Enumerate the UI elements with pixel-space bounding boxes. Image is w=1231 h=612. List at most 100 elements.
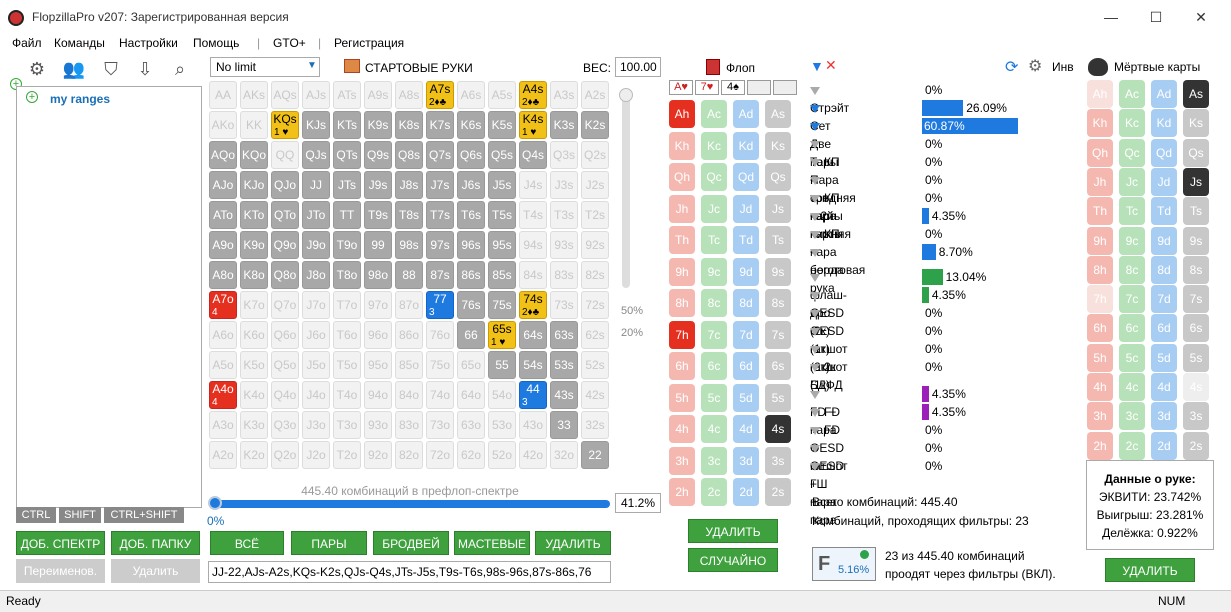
- stat-label[interactable]: FD + гатшот: [810, 421, 848, 473]
- dead-card-ad[interactable]: Ad: [1151, 80, 1177, 108]
- hand-cell-53s[interactable]: 53s: [550, 351, 578, 379]
- hand-cell-k6o[interactable]: K6o: [240, 321, 268, 349]
- hand-cell-aa[interactable]: AA: [209, 81, 237, 109]
- flop-card-jh[interactable]: Jh: [669, 194, 695, 223]
- hand-cell-t8o[interactable]: T8o: [333, 261, 361, 289]
- dead-card-8c[interactable]: 8c: [1119, 255, 1145, 284]
- flop-slot-3[interactable]: 4♠: [721, 80, 745, 95]
- hand-cell-93o[interactable]: 93o: [364, 411, 392, 439]
- funnel-icon[interactable]: [810, 176, 820, 185]
- hand-cell-a9o[interactable]: A9o: [209, 231, 237, 259]
- hand-cell-k4s[interactable]: K4s 1 ♥: [519, 111, 547, 139]
- dead-card-7d[interactable]: 7d: [1151, 285, 1177, 314]
- dead-card-td[interactable]: Td: [1151, 197, 1177, 226]
- hand-cell-44[interactable]: 44 3: [519, 381, 547, 409]
- broadway-button[interactable]: БРОДВЕЙ: [373, 531, 449, 555]
- hand-cell-k7s[interactable]: K7s: [426, 111, 454, 139]
- dead-card-ac[interactable]: Ac: [1119, 80, 1145, 108]
- stat-label[interactable]: КП < борда: [810, 225, 844, 277]
- hand-cell-aks[interactable]: AKs: [240, 81, 268, 109]
- dead-card-9d[interactable]: 9d: [1151, 226, 1177, 255]
- add-spectrum-button[interactable]: ДОБ. СПЕКТР: [16, 531, 105, 555]
- hand-cell-62o[interactable]: 62o: [457, 441, 485, 469]
- hand-cell-86s[interactable]: 86s: [457, 261, 485, 289]
- hand-cell-73s[interactable]: 73s: [550, 291, 578, 319]
- hand-cell-22[interactable]: 22: [581, 441, 609, 469]
- hand-cell-98s[interactable]: 98s: [395, 231, 423, 259]
- dead-card-7h[interactable]: 7h: [1087, 285, 1113, 314]
- hand-cell-k3o[interactable]: K3o: [240, 411, 268, 439]
- flop-random-button[interactable]: СЛУЧАЙНО: [688, 548, 778, 572]
- flop-card-7h[interactable]: 7h: [669, 320, 695, 349]
- hand-cell-72s[interactable]: 72s: [581, 291, 609, 319]
- tree-item-my-ranges[interactable]: my ranges: [50, 92, 110, 106]
- hand-cell-k6s[interactable]: K6s: [457, 111, 485, 139]
- funnel-icon[interactable]: [810, 194, 820, 203]
- hand-cell-a8o[interactable]: A8o: [209, 261, 237, 289]
- flop-card-qs[interactable]: Qs: [765, 163, 791, 191]
- hand-cell-j7s[interactable]: J7s: [426, 171, 454, 199]
- hand-cell-t2o[interactable]: T2o: [333, 441, 361, 469]
- dead-card-qc[interactable]: Qc: [1119, 138, 1145, 167]
- suited-button[interactable]: МАСТЕВЫЕ: [454, 531, 530, 555]
- weight-input[interactable]: 100.00: [615, 57, 661, 77]
- stat-label[interactable]: OESD + пара: [810, 439, 844, 509]
- funnel-icon[interactable]: [810, 462, 820, 471]
- dead-card-6s[interactable]: 6s: [1183, 314, 1209, 343]
- hand-cell-kts[interactable]: KTs: [333, 111, 361, 139]
- flop-card-qh[interactable]: Qh: [669, 163, 695, 191]
- dead-card-8h[interactable]: 8h: [1087, 255, 1113, 284]
- dead-card-2d[interactable]: 2d: [1151, 431, 1177, 460]
- flop-card-3c[interactable]: 3c: [701, 446, 727, 475]
- stat-label[interactable]: FD + пара: [810, 385, 837, 437]
- import-icon[interactable]: ⇩: [133, 58, 157, 80]
- hand-cell-83s[interactable]: 83s: [550, 261, 578, 289]
- funnel-icon[interactable]: [810, 426, 820, 435]
- hand-cell-84s[interactable]: 84s: [519, 261, 547, 289]
- flop-card-qd[interactable]: Qd: [733, 163, 759, 191]
- key-tab-ctrl-shift[interactable]: CTRL+SHIFT: [104, 507, 184, 523]
- hand-cell-q4o[interactable]: Q4o: [271, 381, 299, 409]
- dead-card-7c[interactable]: 7c: [1119, 285, 1145, 314]
- hand-cell-j6o[interactable]: J6o: [302, 321, 330, 349]
- hand-cell-k9s[interactable]: K9s: [364, 111, 392, 139]
- rename-button[interactable]: Переименов.: [16, 559, 105, 583]
- hand-cell-64o[interactable]: 64o: [457, 381, 485, 409]
- hand-range-input[interactable]: JJ-22,AJs-A2s,KQs-K2s,QJs-Q4s,JTs-J5s,T9…: [208, 561, 611, 583]
- weight-slider-handle[interactable]: [619, 88, 633, 102]
- flop-card-9s[interactable]: 9s: [765, 257, 791, 286]
- funnel-icon[interactable]: [810, 104, 820, 113]
- dead-card-9s[interactable]: 9s: [1183, 226, 1209, 255]
- hand-cell-63o[interactable]: 63o: [457, 411, 485, 439]
- dead-card-kd[interactable]: Kd: [1151, 109, 1177, 138]
- hand-cell-72o[interactable]: 72o: [426, 441, 454, 469]
- flop-card-3s[interactable]: 3s: [765, 446, 791, 475]
- dead-card-6d[interactable]: 6d: [1151, 314, 1177, 343]
- stat-label[interactable]: флаш-дро: [810, 268, 847, 320]
- hand-cell-65s[interactable]: 65s 1 ♥: [488, 321, 516, 349]
- hand-cell-77[interactable]: 77 3: [426, 291, 454, 319]
- flop-card-8h[interactable]: 8h: [669, 289, 695, 317]
- dead-card-7s[interactable]: 7s: [1183, 285, 1209, 314]
- hand-cell-33[interactable]: 33: [550, 411, 578, 439]
- hand-cell-ats[interactable]: ATs: [333, 81, 361, 109]
- hand-cell-t4o[interactable]: T4o: [333, 381, 361, 409]
- hand-cell-q6o[interactable]: Q6o: [271, 321, 299, 349]
- hand-cell-a8s[interactable]: A8s: [395, 81, 423, 109]
- flop-card-5c[interactable]: 5c: [701, 383, 727, 412]
- hand-cell-jj[interactable]: JJ: [302, 171, 330, 199]
- dead-delete-button[interactable]: УДАЛИТЬ: [1105, 558, 1195, 582]
- dead-card-2c[interactable]: 2c: [1119, 431, 1145, 460]
- hand-cell-ato[interactable]: ATo: [209, 201, 237, 229]
- flop-card-kh[interactable]: Kh: [669, 131, 695, 160]
- menu-commands[interactable]: Команды: [54, 36, 105, 50]
- dead-card-2s[interactable]: 2s: [1183, 431, 1209, 460]
- hand-cell-87s[interactable]: 87s: [426, 261, 454, 289]
- stat-label[interactable]: Стрэйт: [810, 81, 849, 115]
- hand-cell-kjo[interactable]: KJo: [240, 171, 268, 199]
- hand-cell-a5o[interactable]: A5o: [209, 351, 237, 379]
- hand-cell-j9o[interactable]: J9o: [302, 231, 330, 259]
- stat-label[interactable]: средняя пара: [810, 171, 856, 223]
- flop-card-ad[interactable]: Ad: [733, 100, 759, 128]
- flop-card-kc[interactable]: Kc: [701, 131, 727, 160]
